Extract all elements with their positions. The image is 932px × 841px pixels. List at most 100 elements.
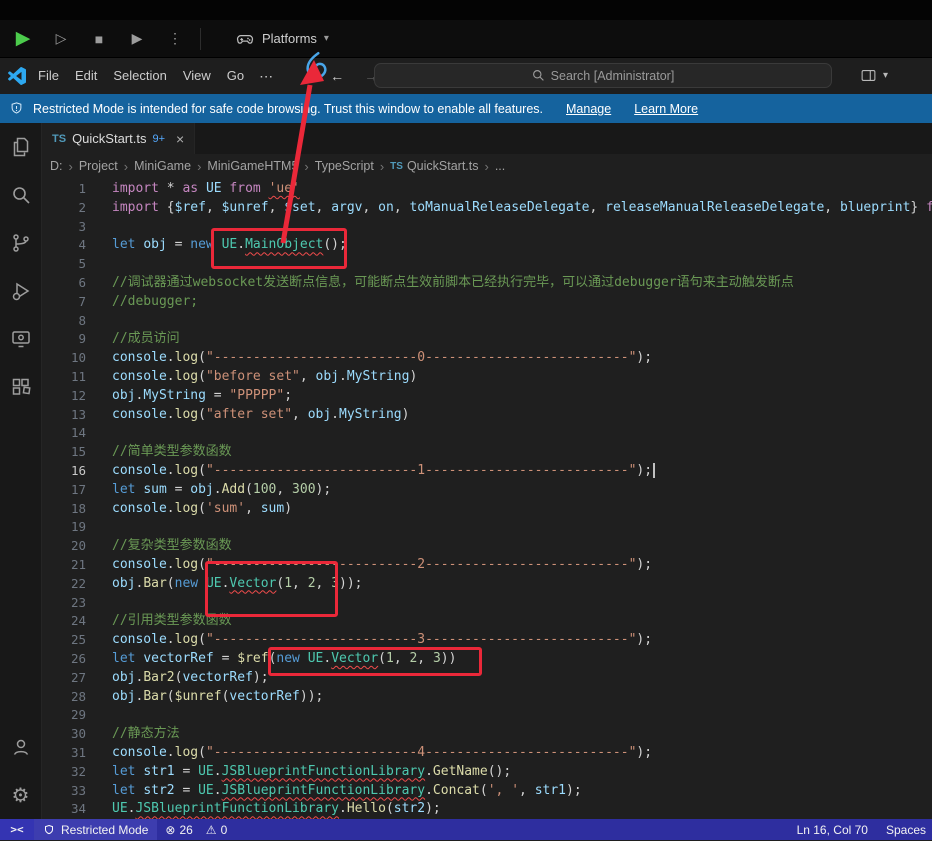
- stop-button[interactable]: ■: [86, 26, 112, 52]
- chevron-down-icon: ▾: [324, 33, 329, 44]
- code-line[interactable]: 3: [42, 218, 932, 237]
- source-control-icon[interactable]: [0, 219, 41, 267]
- ue-window-titlebar: [0, 0, 932, 20]
- line-number: 2: [42, 199, 86, 218]
- banner-message: Restricted Mode is intended for safe cod…: [33, 102, 543, 116]
- code-line[interactable]: 18console.log('sum', sum): [42, 500, 932, 519]
- problems-status[interactable]: ⊗ 26 ⚠ 0: [157, 823, 235, 837]
- code-line[interactable]: 31console.log("-------------------------…: [42, 744, 932, 763]
- launch-button[interactable]: ▶: [124, 26, 150, 52]
- code-line[interactable]: 12obj.MyString = "PPPPP";: [42, 387, 932, 406]
- code-line[interactable]: 11console.log("before set", obj.MyString…: [42, 368, 932, 387]
- code-line[interactable]: 5: [42, 255, 932, 274]
- menu-go[interactable]: Go: [219, 61, 252, 91]
- code-line[interactable]: 2import {$ref, $unref, $set, argv, on, t…: [42, 199, 932, 218]
- remote-explorer-icon[interactable]: [0, 315, 41, 363]
- breadcrumb-item[interactable]: TypeScript: [315, 159, 374, 173]
- code-line[interactable]: 27obj.Bar2(vectorRef);: [42, 669, 932, 688]
- code-text: obj.MyString = "PPPPP";: [86, 387, 292, 406]
- code-line[interactable]: 1import * as UE from 'ue': [42, 180, 932, 199]
- remote-indicator[interactable]: ><: [0, 819, 34, 840]
- platforms-dropdown[interactable]: Platforms ▾: [235, 29, 329, 49]
- code-line[interactable]: 13console.log("after set", obj.MyString): [42, 406, 932, 425]
- play-button[interactable]: ▶: [10, 26, 36, 52]
- menu-selection[interactable]: Selection: [105, 61, 174, 91]
- account-icon[interactable]: [0, 723, 41, 771]
- extensions-icon[interactable]: [0, 363, 41, 411]
- tab-quickstart[interactable]: TS QuickStart.ts 9+ ×: [42, 123, 195, 154]
- breadcrumb-item[interactable]: Project: [79, 159, 118, 173]
- code-line[interactable]: 19: [42, 518, 932, 537]
- line-number: 19: [42, 518, 86, 537]
- code-line[interactable]: 28obj.Bar($unref(vectorRef));: [42, 688, 932, 707]
- code-line[interactable]: 32let str1 = UE.JSBlueprintFunctionLibra…: [42, 763, 932, 782]
- chevron-down-icon[interactable]: ▾: [883, 70, 888, 81]
- code-text: //引用类型参数函数: [86, 612, 232, 631]
- code-text: obj.Bar2(vectorRef);: [86, 669, 269, 688]
- restricted-mode-status[interactable]: Restricted Mode: [34, 819, 157, 840]
- run-debug-icon[interactable]: [0, 267, 41, 315]
- cursor-position-status[interactable]: Ln 16, Col 70: [797, 823, 868, 837]
- search-sidebar-icon[interactable]: [0, 171, 41, 219]
- code-line[interactable]: 25console.log("-------------------------…: [42, 631, 932, 650]
- line-number: 27: [42, 669, 86, 688]
- back-arrow-icon[interactable]: ←: [330, 68, 344, 84]
- search-placeholder: Search [Administrator]: [551, 69, 675, 83]
- code-line[interactable]: 33let str2 = UE.JSBlueprintFunctionLibra…: [42, 782, 932, 801]
- frame-skip-button[interactable]: ▷: [48, 26, 74, 52]
- menu-file[interactable]: File: [30, 61, 67, 91]
- code-line[interactable]: 9//成员访问: [42, 330, 932, 349]
- error-icon: ⊗: [165, 823, 175, 837]
- code-line[interactable]: 30//静态方法: [42, 725, 932, 744]
- line-number: 3: [42, 218, 86, 237]
- puerts-debug-icon[interactable]: [302, 50, 332, 84]
- indentation-status[interactable]: Spaces: [886, 823, 926, 837]
- code-line[interactable]: 14: [42, 424, 932, 443]
- code-line[interactable]: 4let obj = new UE.MainObject();: [42, 236, 932, 255]
- code-line[interactable]: 7//debugger;: [42, 293, 932, 312]
- code-line[interactable]: 29: [42, 706, 932, 725]
- code-line[interactable]: 24//引用类型参数函数: [42, 612, 932, 631]
- menu-edit[interactable]: Edit: [67, 61, 105, 91]
- breadcrumb-item[interactable]: MiniGame: [134, 159, 191, 173]
- code-line[interactable]: 20//复杂类型参数函数: [42, 537, 932, 556]
- gamepad-icon: [235, 29, 255, 49]
- line-number: 17: [42, 481, 86, 500]
- tab-problems-badge: 9+: [152, 133, 165, 145]
- editor[interactable]: 1import * as UE from 'ue'2import {$ref, …: [42, 178, 932, 819]
- breadcrumb-item[interactable]: ...: [495, 159, 505, 173]
- code-line[interactable]: 21console.log("-------------------------…: [42, 556, 932, 575]
- code-line[interactable]: 22obj.Bar(new UE.Vector(1, 2, 3));: [42, 575, 932, 594]
- breadcrumb-item[interactable]: TSQuickStart.ts: [390, 159, 478, 173]
- status-right: Ln 16, Col 70 Spaces: [797, 823, 932, 837]
- code-line[interactable]: 23: [42, 594, 932, 613]
- code-text: [86, 424, 112, 443]
- explorer-icon[interactable]: [0, 123, 41, 171]
- activity-bar: ⚙: [0, 123, 42, 819]
- code-line[interactable]: 26let vectorRef = $ref(new UE.Vector(1, …: [42, 650, 932, 669]
- learn-more-link[interactable]: Learn More: [634, 102, 698, 116]
- line-number: 14: [42, 424, 86, 443]
- menu-more[interactable]: ⋯: [252, 68, 280, 85]
- code-line[interactable]: 34UE.JSBlueprintFunctionLibrary.Hello(st…: [42, 800, 932, 819]
- code-text: //成员访问: [86, 330, 180, 349]
- code-line[interactable]: 16console.log("-------------------------…: [42, 462, 932, 481]
- more-options-icon[interactable]: ⋮: [162, 26, 188, 52]
- line-number: 31: [42, 744, 86, 763]
- breadcrumb-item[interactable]: D:: [50, 159, 63, 173]
- code-line[interactable]: 10console.log("-------------------------…: [42, 349, 932, 368]
- code-line[interactable]: 6//调试器通过websocket发送断点信息，可能断点生效前脚本已经执行完毕，…: [42, 274, 932, 293]
- settings-gear-icon[interactable]: ⚙: [0, 771, 41, 819]
- code-text: import {$ref, $unref, $set, argv, on, to…: [86, 199, 932, 218]
- manage-link[interactable]: Manage: [566, 102, 611, 116]
- code-text: let vectorRef = $ref(new UE.Vector(1, 2,…: [86, 650, 456, 669]
- menu-view[interactable]: View: [175, 61, 219, 91]
- code-line[interactable]: 8: [42, 312, 932, 331]
- breadcrumb-item[interactable]: MiniGameHTM5: [207, 159, 298, 173]
- close-icon[interactable]: ×: [176, 131, 184, 147]
- code-line[interactable]: 17let sum = obj.Add(100, 300);: [42, 481, 932, 500]
- search-input[interactable]: Search [Administrator]: [374, 63, 832, 88]
- code-line[interactable]: 15//简单类型参数函数: [42, 443, 932, 462]
- line-number: 22: [42, 575, 86, 594]
- layout-toggle-icon[interactable]: [860, 67, 877, 84]
